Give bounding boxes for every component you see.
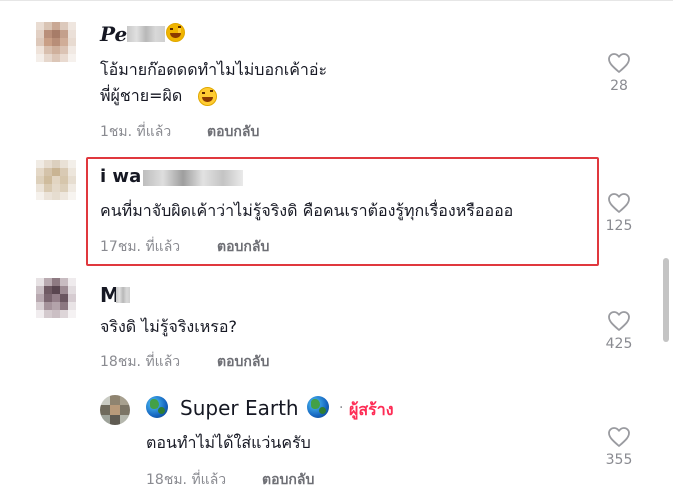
avatar[interactable] [36,160,76,200]
scrollbar-thumb[interactable] [663,258,669,342]
reply-button[interactable]: ตอบกลับ [217,236,269,258]
comments-panel: Pe โอ้มายก๊อดดดทำไมไม่บอกเค้าอ่ะ พี่ผู้ช… [0,0,673,499]
like-count: 125 [605,218,633,234]
reply-button[interactable]: ตอบกลับ [207,121,259,143]
comment-text-line: จริงดิ ไม่รู้จริงเหรอ? [100,317,237,336]
creator-badge: ผู้สร้าง [349,400,394,419]
separator-dot: · [339,400,344,416]
avatar[interactable] [36,278,76,318]
redacted-username [127,26,165,42]
avatar[interactable] [100,395,130,425]
comment-text-line: พี่ผู้ชาย=ผิด [100,86,183,105]
heart-outline-icon [608,53,630,73]
comment-text-line: โอ้มายก๊อดดดทำไมไม่บอกเค้าอ่ะ [100,60,328,79]
reply-button[interactable]: ตอบกลับ [217,351,269,373]
username[interactable]: Super Earth [180,396,299,420]
comment-text-line: คนที่มาจับผิดเค้าว่าไม่รู้จริงดิ คือคนเร… [100,201,514,220]
heart-outline-icon [608,427,630,447]
avatar[interactable] [36,22,76,62]
redacted-username [116,287,130,303]
laughing-face-emoji-icon [198,87,217,106]
comment-timestamp: 17ชม. ที่แล้ว [100,239,181,255]
laughing-face-emoji-icon [166,23,185,42]
like-button[interactable]: 28 [599,52,639,94]
heart-outline-icon [608,311,630,331]
earth-globe-icon [307,396,329,418]
comment-text-line: ตอนทำไม่ได้ใส่แว่นครับ [146,433,311,452]
like-count: 355 [605,452,633,468]
comment-timestamp: 18ชม. ที่แล้ว [100,354,181,370]
like-button[interactable]: 425 [599,310,639,352]
redacted-username [143,170,243,186]
earth-globe-icon [146,396,168,418]
reply-button[interactable]: ตอบกลับ [262,469,314,491]
username[interactable]: i wa [100,166,141,187]
comment-timestamp: 18ชม. ที่แล้ว [146,472,227,488]
top-divider [0,0,673,1]
like-button[interactable]: 355 [599,426,639,468]
like-count: 28 [610,78,628,94]
heart-outline-icon [608,193,630,213]
username[interactable]: Pe [100,22,127,46]
like-button[interactable]: 125 [599,192,639,234]
like-count: 425 [605,336,633,352]
comment-timestamp: 1ชม. ที่แล้ว [100,124,172,140]
